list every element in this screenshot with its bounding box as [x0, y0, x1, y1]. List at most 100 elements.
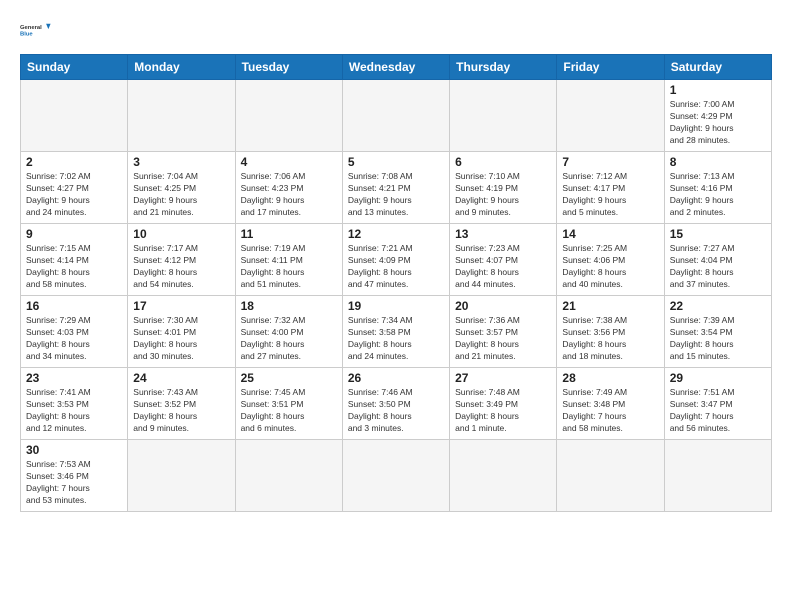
day-number: 18	[241, 299, 337, 313]
day-number: 21	[562, 299, 658, 313]
calendar-cell: 26Sunrise: 7:46 AMSunset: 3:50 PMDayligh…	[342, 368, 449, 440]
day-info: Sunrise: 7:21 AMSunset: 4:09 PMDaylight:…	[348, 243, 444, 291]
day-number: 11	[241, 227, 337, 241]
day-info: Sunrise: 7:17 AMSunset: 4:12 PMDaylight:…	[133, 243, 229, 291]
day-number: 3	[133, 155, 229, 169]
calendar-cell	[664, 440, 771, 512]
calendar-cell: 12Sunrise: 7:21 AMSunset: 4:09 PMDayligh…	[342, 224, 449, 296]
day-info: Sunrise: 7:19 AMSunset: 4:11 PMDaylight:…	[241, 243, 337, 291]
calendar-cell: 17 Sunrise: 7:30 AMSunset: 4:01 PMDayligh…	[128, 296, 235, 368]
day-info: Sunrise: 7:27 AMSunset: 4:04 PMDaylight:…	[670, 243, 766, 291]
page: GeneralBlue SundayMondayTuesdayWednesday…	[0, 0, 792, 612]
calendar-cell	[21, 80, 128, 152]
calendar-cell	[450, 440, 557, 512]
day-info: Sunrise: 7:12 AMSunset: 4:17 PMDaylight:…	[562, 171, 658, 219]
svg-text:Blue: Blue	[20, 31, 33, 37]
day-number: 27	[455, 371, 551, 385]
calendar-cell: 11 Sunrise: 7:19 AMSunset: 4:11 PMDayligh…	[235, 224, 342, 296]
calendar-cell: 13 Sunrise: 7:23 AMSunset: 4:07 PMDayligh…	[450, 224, 557, 296]
day-info: Sunrise: 7:04 AMSunset: 4:25 PMDaylight:…	[133, 171, 229, 219]
calendar-cell: 4 Sunrise: 7:06 AMSunset: 4:23 PMDaylight…	[235, 152, 342, 224]
calendar-cell: 5 Sunrise: 7:08 AMSunset: 4:21 PMDaylight…	[342, 152, 449, 224]
day-info: Sunrise: 7:49 AMSunset: 3:48 PMDaylight:…	[562, 387, 658, 435]
day-number: 10	[133, 227, 229, 241]
calendar-cell	[557, 80, 664, 152]
day-number: 17	[133, 299, 229, 313]
day-info: Sunrise: 7:41 AMSunset: 3:53 PMDaylight:…	[26, 387, 122, 435]
day-number: 5	[348, 155, 444, 169]
calendar-cell: 14 Sunrise: 7:25 AMSunset: 4:06 PMDayligh…	[557, 224, 664, 296]
weekday-header-saturday: Saturday	[664, 55, 771, 80]
svg-text:General: General	[20, 25, 42, 31]
calendar-cell: 18 Sunrise: 7:32 AMSunset: 4:00 PMDayligh…	[235, 296, 342, 368]
day-number: 6	[455, 155, 551, 169]
day-info: Sunrise: 7:25 AMSunset: 4:06 PMDaylight:…	[562, 243, 658, 291]
calendar-week-2: 2 Sunrise: 7:02 AMSunset: 4:27 PMDaylight…	[21, 152, 772, 224]
weekday-header-sunday: Sunday	[21, 55, 128, 80]
weekday-header-thursday: Thursday	[450, 55, 557, 80]
day-number: 2	[26, 155, 122, 169]
day-info: Sunrise: 7:30 AMSunset: 4:01 PMDaylight:…	[133, 315, 229, 363]
calendar-cell: 23Sunrise: 7:41 AMSunset: 3:53 PMDayligh…	[21, 368, 128, 440]
day-info: Sunrise: 7:51 AMSunset: 3:47 PMDaylight:…	[670, 387, 766, 435]
calendar-cell: 3 Sunrise: 7:04 AMSunset: 4:25 PMDaylight…	[128, 152, 235, 224]
day-number: 25	[241, 371, 337, 385]
weekday-header-row: SundayMondayTuesdayWednesdayThursdayFrid…	[21, 55, 772, 80]
calendar-week-4: 16 Sunrise: 7:29 AMSunset: 4:03 PMDayligh…	[21, 296, 772, 368]
calendar-cell: 28Sunrise: 7:49 AMSunset: 3:48 PMDayligh…	[557, 368, 664, 440]
calendar-cell: 24Sunrise: 7:43 AMSunset: 3:52 PMDayligh…	[128, 368, 235, 440]
weekday-header-wednesday: Wednesday	[342, 55, 449, 80]
calendar-cell: 21Sunrise: 7:38 AMSunset: 3:56 PMDayligh…	[557, 296, 664, 368]
day-number: 8	[670, 155, 766, 169]
day-info: Sunrise: 7:02 AMSunset: 4:27 PMDaylight:…	[26, 171, 122, 219]
calendar-cell: 10 Sunrise: 7:17 AMSunset: 4:12 PMDayligh…	[128, 224, 235, 296]
day-number: 4	[241, 155, 337, 169]
calendar-cell: 7 Sunrise: 7:12 AMSunset: 4:17 PMDaylight…	[557, 152, 664, 224]
day-info: Sunrise: 7:10 AMSunset: 4:19 PMDaylight:…	[455, 171, 551, 219]
calendar-cell: 22 Sunrise: 7:39 AMSunset: 3:54 PMDayligh…	[664, 296, 771, 368]
day-info: Sunrise: 7:36 AMSunset: 3:57 PMDaylight:…	[455, 315, 551, 363]
calendar-cell	[235, 440, 342, 512]
day-number: 9	[26, 227, 122, 241]
day-info: Sunrise: 7:08 AMSunset: 4:21 PMDaylight:…	[348, 171, 444, 219]
day-info: Sunrise: 7:43 AMSunset: 3:52 PMDaylight:…	[133, 387, 229, 435]
day-info: Sunrise: 7:29 AMSunset: 4:03 PMDaylight:…	[26, 315, 122, 363]
calendar-cell	[235, 80, 342, 152]
weekday-header-friday: Friday	[557, 55, 664, 80]
day-number: 7	[562, 155, 658, 169]
calendar-week-6: 30Sunrise: 7:53 AMSunset: 3:46 PMDayligh…	[21, 440, 772, 512]
calendar-cell: 30Sunrise: 7:53 AMSunset: 3:46 PMDayligh…	[21, 440, 128, 512]
day-number: 14	[562, 227, 658, 241]
calendar-cell	[342, 440, 449, 512]
day-number: 22	[670, 299, 766, 313]
calendar-cell: 15 Sunrise: 7:27 AMSunset: 4:04 PMDayligh…	[664, 224, 771, 296]
calendar-week-1: 1Sunrise: 7:00 AMSunset: 4:29 PMDaylight…	[21, 80, 772, 152]
calendar-cell	[128, 80, 235, 152]
calendar-cell	[557, 440, 664, 512]
calendar-cell: 19 Sunrise: 7:34 AMSunset: 3:58 PMDayligh…	[342, 296, 449, 368]
day-info: Sunrise: 7:39 AMSunset: 3:54 PMDaylight:…	[670, 315, 766, 363]
calendar-cell: 9 Sunrise: 7:15 AMSunset: 4:14 PMDaylight…	[21, 224, 128, 296]
day-number: 15	[670, 227, 766, 241]
weekday-header-tuesday: Tuesday	[235, 55, 342, 80]
logo-icon: GeneralBlue	[20, 16, 56, 44]
calendar-cell: 20Sunrise: 7:36 AMSunset: 3:57 PMDayligh…	[450, 296, 557, 368]
day-number: 16	[26, 299, 122, 313]
calendar: SundayMondayTuesdayWednesdayThursdayFrid…	[20, 54, 772, 512]
logo: GeneralBlue	[20, 16, 56, 44]
day-info: Sunrise: 7:23 AMSunset: 4:07 PMDaylight:…	[455, 243, 551, 291]
day-info: Sunrise: 7:06 AMSunset: 4:23 PMDaylight:…	[241, 171, 337, 219]
calendar-cell: 6 Sunrise: 7:10 AMSunset: 4:19 PMDaylight…	[450, 152, 557, 224]
calendar-week-3: 9 Sunrise: 7:15 AMSunset: 4:14 PMDaylight…	[21, 224, 772, 296]
day-info: Sunrise: 7:46 AMSunset: 3:50 PMDaylight:…	[348, 387, 444, 435]
day-info: Sunrise: 7:32 AMSunset: 4:00 PMDaylight:…	[241, 315, 337, 363]
calendar-cell	[128, 440, 235, 512]
day-info: Sunrise: 7:34 AMSunset: 3:58 PMDaylight:…	[348, 315, 444, 363]
day-info: Sunrise: 7:15 AMSunset: 4:14 PMDaylight:…	[26, 243, 122, 291]
day-number: 19	[348, 299, 444, 313]
day-info: Sunrise: 7:45 AMSunset: 3:51 PMDaylight:…	[241, 387, 337, 435]
header: GeneralBlue	[20, 16, 772, 44]
calendar-cell: 27Sunrise: 7:48 AMSunset: 3:49 PMDayligh…	[450, 368, 557, 440]
calendar-cell: 29Sunrise: 7:51 AMSunset: 3:47 PMDayligh…	[664, 368, 771, 440]
day-number: 13	[455, 227, 551, 241]
